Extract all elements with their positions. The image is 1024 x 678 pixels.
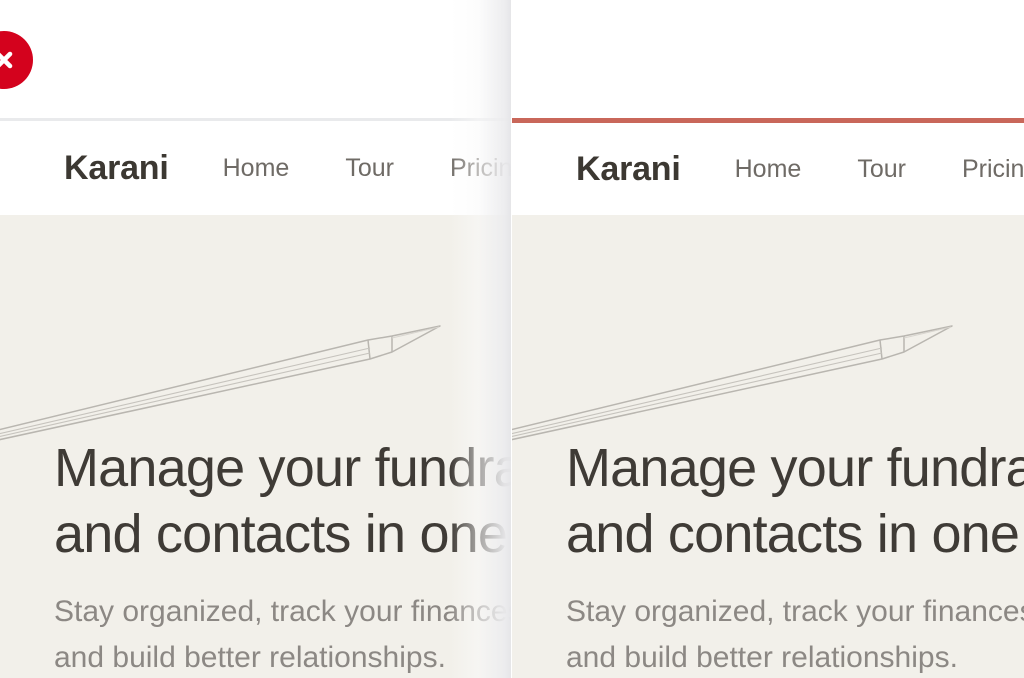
hero-section-right: Manage your fundraising and contacts in … bbox=[512, 215, 1024, 678]
hero-subtitle-line2: and build better relationships. bbox=[54, 641, 446, 674]
status-strip-left bbox=[0, 0, 512, 118]
hero-section-left: Manage your fundraising and contacts in … bbox=[0, 215, 512, 678]
site-navbar-left: Karani Home Tour Pricing Blog bbox=[0, 121, 512, 215]
hero-subtitle-line2: and build better relationships. bbox=[566, 641, 958, 674]
nav-links-right: Home Tour Pricing Blog bbox=[735, 155, 1024, 184]
x-circle-icon bbox=[0, 31, 33, 89]
nav-item-tour[interactable]: Tour bbox=[345, 154, 394, 183]
nav-item-home[interactable]: Home bbox=[735, 155, 802, 184]
hero-subtitle-right: Stay organized, track your finances, and… bbox=[566, 589, 1024, 678]
hero-title-right: Manage your fundraising and contacts in … bbox=[566, 435, 1024, 567]
nav-item-pricing[interactable]: Pricing bbox=[450, 154, 512, 183]
hero-subtitle-line1: Stay organized, track your finances, bbox=[54, 595, 512, 628]
site-preview-right: Karani Home Tour Pricing Blog bbox=[512, 118, 1024, 678]
comparison-panel-right: Karani Home Tour Pricing Blog bbox=[512, 0, 1024, 678]
site-preview-left: Karani Home Tour Pricing Blog bbox=[0, 118, 512, 678]
panel-divider bbox=[511, 0, 512, 678]
status-strip-right bbox=[512, 0, 1024, 118]
hero-subtitle-left: Stay organized, track your finances, and… bbox=[54, 589, 512, 678]
nav-links-left: Home Tour Pricing Blog bbox=[223, 154, 512, 183]
brand-logo[interactable]: Karani bbox=[64, 149, 169, 188]
screenshot-comparison: Karani Home Tour Pricing Blog bbox=[0, 0, 1024, 678]
nav-item-home[interactable]: Home bbox=[223, 154, 290, 183]
hero-title-line1: Manage your fundraising bbox=[566, 438, 1024, 498]
nav-item-tour[interactable]: Tour bbox=[857, 155, 906, 184]
comparison-panel-left: Karani Home Tour Pricing Blog bbox=[0, 0, 512, 678]
hero-subtitle-line1: Stay organized, track your finances, bbox=[566, 595, 1024, 628]
hero-copy-right: Manage your fundraising and contacts in … bbox=[566, 435, 1024, 678]
nav-item-pricing[interactable]: Pricing bbox=[962, 155, 1024, 184]
hero-copy-left: Manage your fundraising and contacts in … bbox=[54, 435, 512, 678]
hero-title-left: Manage your fundraising and contacts in … bbox=[54, 435, 512, 567]
hero-title-line2: and contacts in one place bbox=[54, 504, 512, 564]
site-navbar-right: Karani Home Tour Pricing Blog bbox=[512, 123, 1024, 215]
hero-title-line2: and contacts in one place bbox=[566, 504, 1024, 564]
brand-logo[interactable]: Karani bbox=[576, 150, 681, 189]
hero-title-line1: Manage your fundraising bbox=[54, 438, 512, 498]
